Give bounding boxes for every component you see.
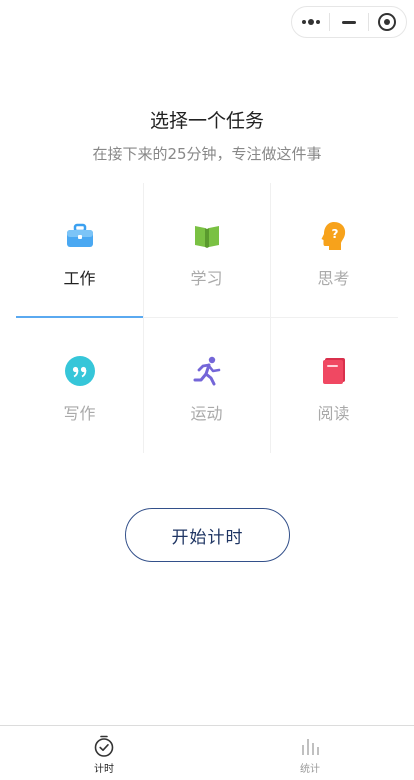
task-exercise[interactable]: 运动	[143, 318, 270, 453]
page-subtitle: 在接下来的25分钟，专注做这件事	[92, 145, 322, 163]
book-icon	[319, 356, 349, 386]
task-label: 思考	[317, 269, 350, 288]
task-grid: 工作 学习 ? 思考 写作 运动 阅读	[16, 183, 398, 453]
task-label: 阅读	[317, 404, 350, 423]
tab-statistics[interactable]: 统计	[280, 726, 340, 780]
mini-program-capsule	[291, 6, 407, 38]
target-circle-icon	[378, 13, 397, 31]
close-button[interactable]	[369, 7, 406, 37]
start-timer-button[interactable]: 开始计时	[125, 508, 290, 562]
bar-chart-icon	[299, 735, 321, 757]
page-title: 选择一个任务	[149, 110, 264, 132]
task-reading[interactable]: 阅读	[270, 318, 397, 453]
task-label: 学习	[190, 269, 223, 288]
task-think[interactable]: ? 思考	[270, 183, 397, 318]
thinking-head-icon: ?	[319, 221, 349, 251]
task-label: 写作	[63, 404, 96, 423]
quote-icon	[64, 356, 95, 386]
timer-icon	[93, 735, 115, 757]
tab-label: 统计	[300, 764, 320, 775]
task-writing[interactable]: 写作	[16, 318, 143, 453]
open-book-icon	[192, 221, 222, 251]
briefcase-icon	[65, 221, 95, 251]
minimize-button[interactable]	[330, 7, 367, 37]
task-study[interactable]: 学习	[143, 183, 270, 318]
tab-timer[interactable]: 计时	[74, 726, 134, 780]
tab-bar: 计时 统计	[0, 725, 414, 780]
svg-text:?: ?	[331, 227, 338, 241]
task-work[interactable]: 工作	[16, 183, 143, 318]
tab-label: 计时	[94, 764, 114, 775]
minimize-icon	[341, 20, 356, 24]
task-label: 运动	[190, 404, 223, 423]
more-button[interactable]	[292, 7, 329, 37]
task-label: 工作	[63, 269, 96, 288]
more-dots-icon	[301, 19, 320, 25]
running-person-icon	[192, 356, 222, 386]
